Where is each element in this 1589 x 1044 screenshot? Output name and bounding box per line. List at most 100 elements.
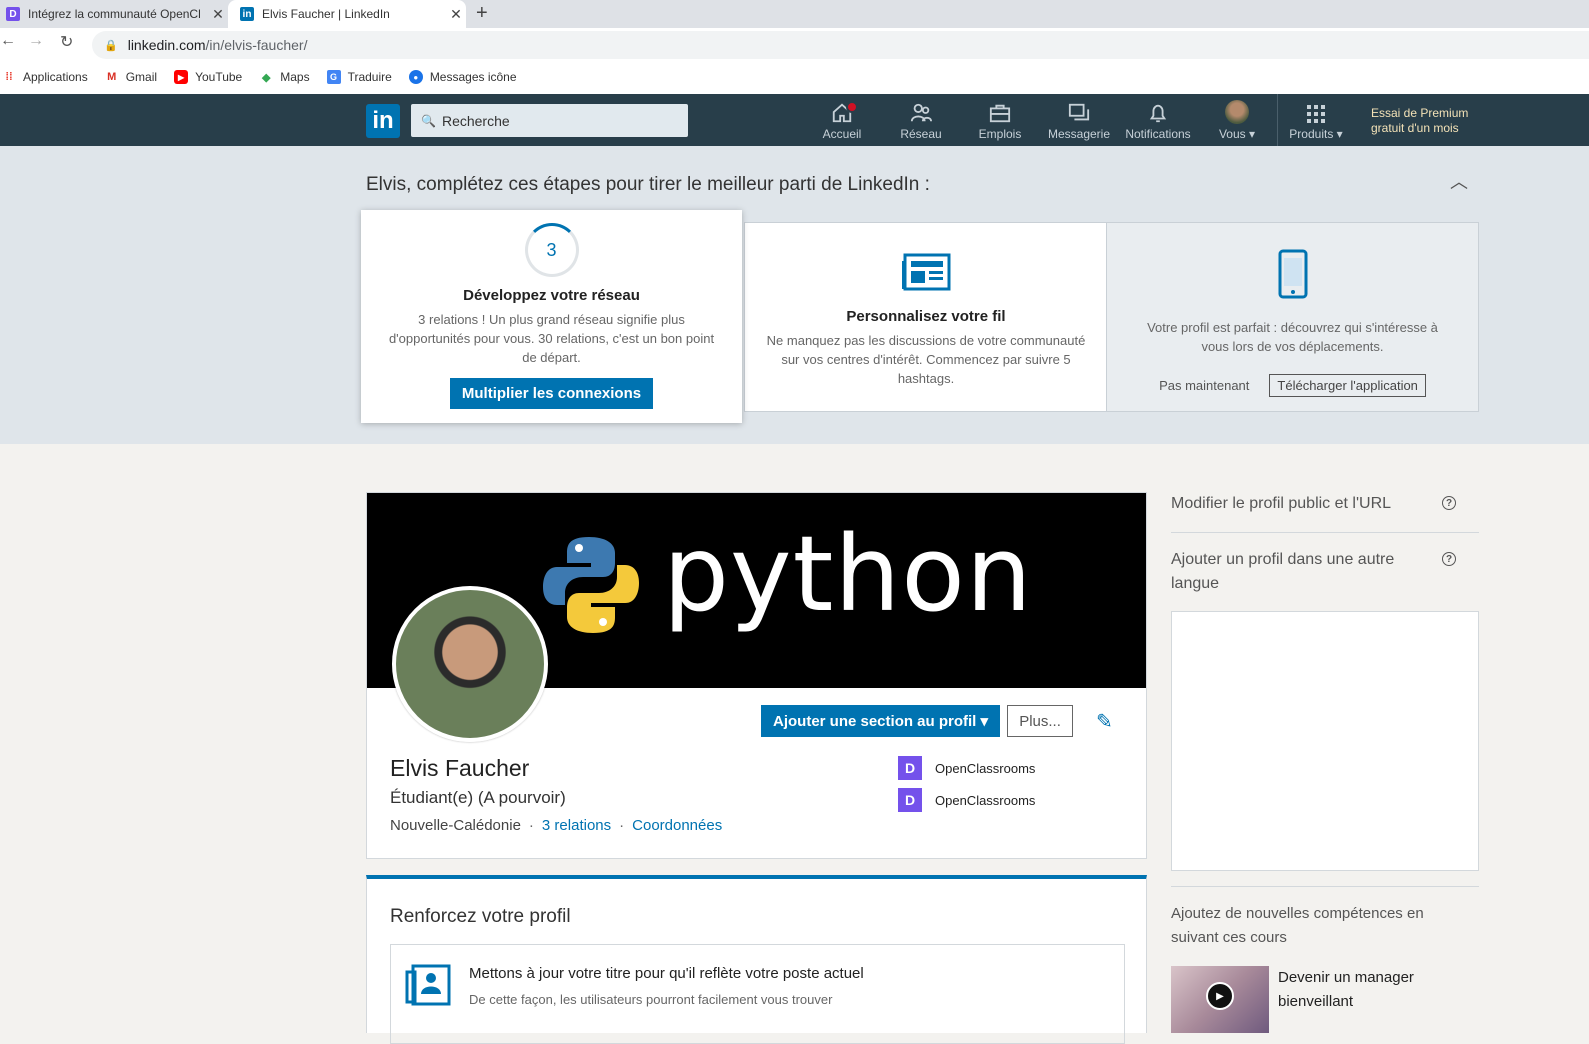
network-card-text: 3 relations ! Un plus grand réseau signi…	[388, 312, 715, 365]
grow-network-button[interactable]: Multiplier les connexions	[449, 378, 654, 409]
nav-produits[interactable]: Produits ▾	[1276, 100, 1356, 144]
separator-dot: ·	[528, 817, 534, 834]
translate-icon: G	[326, 70, 341, 84]
bookmark-maps[interactable]: ◆ Maps	[259, 70, 310, 84]
courses-intro: Ajoutez de nouvelles compétences en suiv…	[1171, 905, 1424, 946]
bookmark-label: YouTube	[195, 70, 243, 84]
separator-dot: ·	[619, 817, 625, 834]
bookmark-label: Traduire	[347, 70, 392, 84]
bookmark-messages[interactable]: ● Messages icône	[408, 70, 517, 84]
browser-tab-linkedin[interactable]: in Elvis Faucher | LinkedIn ✕	[228, 0, 466, 28]
org-item[interactable]: D OpenClassrooms	[898, 787, 1035, 813]
notification-badge	[846, 101, 858, 113]
onboarding-title: Elvis, complétez ces étapes pour tirer l…	[366, 174, 930, 195]
linkedin-logo[interactable]: in	[366, 104, 400, 138]
premium-trial-link[interactable]: Essai de Premium gratuit d'un mois	[1371, 106, 1468, 136]
profile-location: Nouvelle-Calédonie	[390, 817, 521, 834]
id-card-icon	[405, 964, 451, 1006]
gmail-icon: M	[107, 71, 117, 83]
course-title-link[interactable]: Devenir un manager bienveillant	[1278, 966, 1468, 1014]
close-tab-icon[interactable]: ✕	[446, 6, 466, 23]
nav-label: Emplois	[978, 127, 1022, 141]
openclassrooms-logo-icon: D	[898, 756, 922, 780]
onboarding-card-network: 3 Développez votre réseau 3 relations ! …	[361, 210, 742, 423]
nav-avatar-wrap	[1197, 100, 1277, 124]
chevron-up-icon[interactable]: ︿	[1450, 168, 1468, 194]
openclassrooms-logo-icon: D	[898, 788, 922, 812]
forward-arrow-icon[interactable]: →	[28, 32, 44, 50]
url-input[interactable]: 🔒 linkedin.com/in/elvis-faucher/	[92, 31, 1589, 59]
apps-grid-icon: ⁞⁞	[5, 71, 13, 83]
bookmark-youtube[interactable]: ▶ YouTube	[174, 70, 242, 84]
more-button[interactable]: Plus...	[1007, 705, 1074, 737]
nav-emplois[interactable]: Emplois	[960, 100, 1040, 144]
suggestion-title: Mettons à jour votre titre pour qu'il re…	[469, 965, 864, 982]
close-tab-icon[interactable]: ✕	[208, 6, 228, 23]
bookmark-label: Maps	[280, 70, 310, 84]
profile-name: Elvis Faucher	[390, 755, 530, 781]
add-language-profile-link[interactable]: Ajouter un profil dans une autre langue	[1171, 548, 1431, 596]
help-icon[interactable]: ?	[1442, 552, 1456, 566]
bookmarks-bar: ⁞⁞ Applications M Gmail ▶ YouTube ◆ Maps…	[0, 60, 1589, 94]
not-now-button[interactable]: Pas maintenant	[1159, 378, 1249, 393]
org-name: OpenClassrooms	[935, 792, 1036, 808]
browser-tab-openclassrooms[interactable]: D Intégrez la communauté OpenCl ✕	[0, 0, 228, 28]
nav-label: Messagerie	[1047, 127, 1111, 141]
nav-label: Notifications	[1125, 127, 1191, 141]
app-card-text: Votre profil est parfait : découvrez qui…	[1147, 320, 1438, 354]
divider	[1171, 532, 1479, 533]
onboarding-card-app: Votre profil est parfait : découvrez qui…	[1106, 222, 1479, 412]
premium-line-1: Essai de Premium	[1371, 106, 1469, 120]
newspaper-icon	[902, 253, 951, 291]
play-icon[interactable]: ▶	[1206, 982, 1234, 1010]
nav-messagerie[interactable]: Messagerie	[1039, 100, 1119, 144]
bookmark-label: Messages icône	[429, 70, 517, 84]
ad-placeholder	[1171, 611, 1479, 871]
onboarding-section: Elvis, complétez ces étapes pour tirer l…	[0, 146, 1589, 444]
reload-icon[interactable]: ↻	[60, 32, 73, 52]
relations-link[interactable]: 3 relations	[542, 817, 611, 834]
url-path: /in/elvis-faucher/	[205, 37, 308, 53]
messages-icon: ●	[408, 70, 423, 84]
search-input[interactable]: 🔍 Recherche	[411, 104, 688, 137]
linkedin-top-nav: in 🔍 Recherche Accueil Réseau Emplois Me…	[0, 94, 1589, 146]
profile-meta: Nouvelle-Calédonie · 3 relations · Coord…	[390, 817, 722, 834]
download-app-button[interactable]: Télécharger l'application	[1269, 374, 1426, 397]
profile-headline: Étudiant(e) (A pourvoir)	[390, 788, 566, 807]
new-tab-button[interactable]: +	[476, 0, 488, 28]
bookmark-label: Gmail	[125, 70, 158, 84]
bookmark-gmail[interactable]: M Gmail	[105, 70, 157, 84]
grid-icon	[1276, 100, 1356, 124]
back-arrow-icon[interactable]: ←	[0, 32, 16, 50]
bookmark-applications[interactable]: ⁞⁞ Applications	[2, 70, 88, 84]
search-icon: 🔍	[421, 113, 436, 128]
nav-label: Vous ▾	[1218, 127, 1256, 141]
nav-accueil[interactable]: Accueil	[802, 100, 882, 144]
edit-public-profile-link[interactable]: Modifier le profil public et l'URL	[1171, 492, 1431, 516]
update-headline-suggestion[interactable]: Mettons à jour votre titre pour qu'il re…	[390, 944, 1125, 1044]
progress-ring: 3	[524, 223, 579, 277]
avatar	[1225, 100, 1249, 124]
mobile-phone-icon	[1278, 249, 1307, 299]
edit-pencil-icon[interactable]: ✎	[1096, 709, 1113, 734]
linkedin-favicon-icon: in	[240, 7, 254, 21]
nav-vous[interactable]: Vous ▾	[1197, 100, 1277, 144]
bookmark-label: Applications	[23, 70, 88, 84]
network-card-title: Développez votre réseau	[463, 287, 640, 304]
help-icon[interactable]: ?	[1442, 496, 1456, 510]
course-thumbnail[interactable]: ▶	[1171, 966, 1269, 1033]
premium-line-2: gratuit d'un mois	[1371, 121, 1459, 135]
bookmark-traduire[interactable]: G Traduire	[326, 70, 392, 84]
profile-organizations: D OpenClassrooms D OpenClassrooms	[898, 755, 1035, 819]
add-profile-section-button[interactable]: Ajouter une section au profil ▾	[761, 705, 1001, 737]
org-item[interactable]: D OpenClassrooms	[898, 755, 1035, 781]
nav-notifications[interactable]: Notifications	[1118, 100, 1198, 144]
strengthen-profile-section: Renforcez votre profil Mettons à jour vo…	[366, 875, 1147, 1044]
contact-info-link[interactable]: Coordonnées	[632, 817, 722, 834]
messaging-icon	[1039, 100, 1119, 124]
suggestion-subtitle: De cette façon, les utilisateurs pourron…	[469, 992, 833, 1007]
feed-card-text: Ne manquez pas les discussions de votre …	[766, 333, 1086, 386]
nav-reseau[interactable]: Réseau	[881, 100, 961, 144]
lock-icon: 🔒	[104, 39, 118, 52]
profile-photo[interactable]	[392, 586, 548, 742]
